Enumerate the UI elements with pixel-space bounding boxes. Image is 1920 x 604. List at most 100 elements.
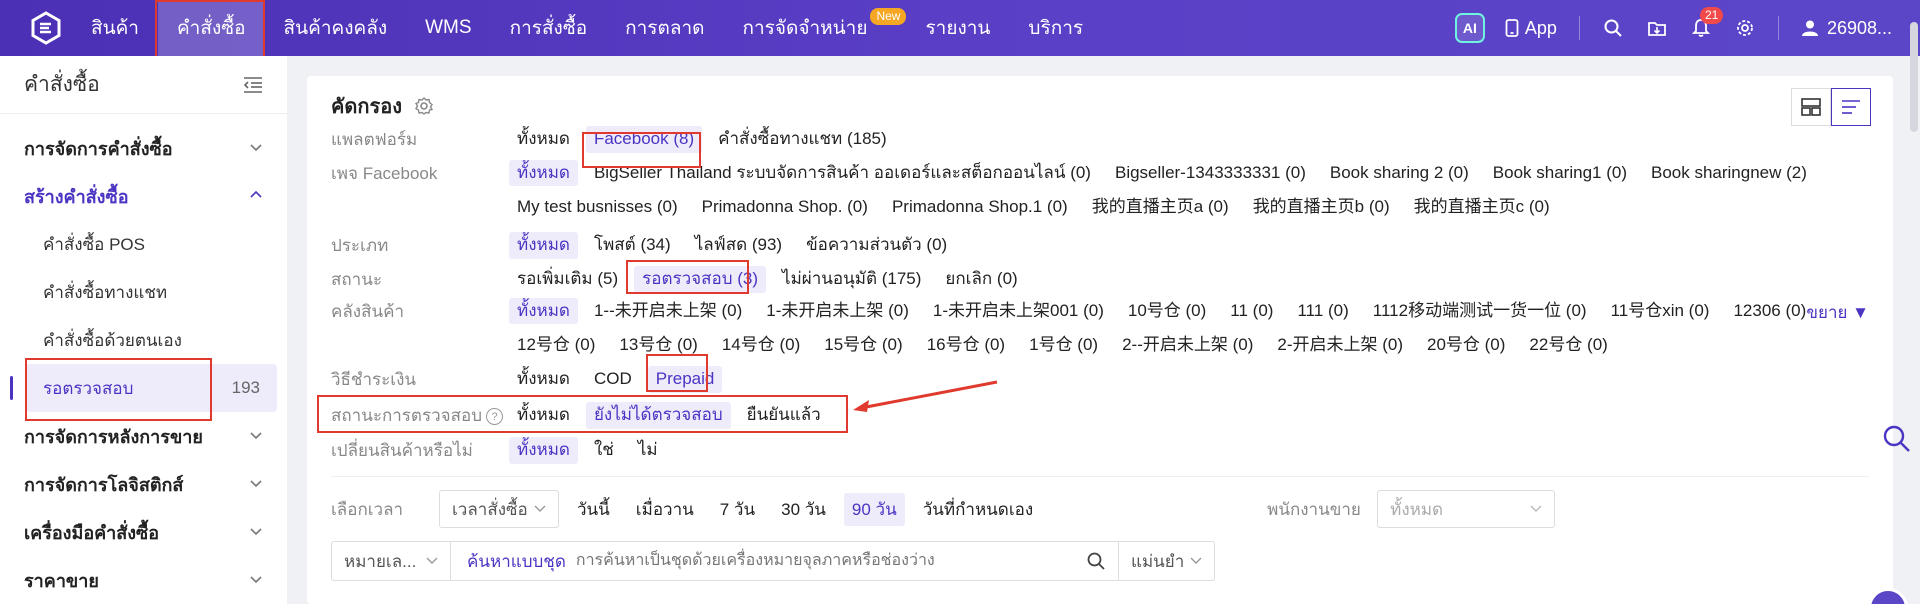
time-range-option[interactable]: เมื่อวาน	[628, 493, 702, 526]
filter-option[interactable]: 1-未开启未上架001 (0)	[925, 298, 1112, 324]
filter-option[interactable]: ทั้งหมด	[509, 402, 578, 429]
page-scrollbar[interactable]	[1910, 22, 1918, 132]
help-question-icon[interactable]: ?	[486, 408, 503, 426]
nav-item-5[interactable]: การตลาด	[606, 0, 723, 56]
filter-option[interactable]: 12306 (0)	[1725, 298, 1814, 324]
filter-option[interactable]: รอตรวจสอบ (3)	[634, 266, 767, 293]
sidebar-group-4[interactable]: เครื่องมือคำสั่งซื้อ	[0, 508, 287, 556]
filter-option[interactable]: My test busnisses (0)	[509, 194, 686, 220]
time-range-option[interactable]: วันนี้	[569, 493, 618, 526]
settings-gear-icon[interactable]	[1734, 17, 1756, 39]
sidebar-item-1-2[interactable]: คำสั่งซื้อด้วยตนเอง	[0, 316, 287, 364]
user-menu[interactable]: 26908...	[1801, 18, 1892, 39]
filter-option[interactable]: 14号仓 (0)	[714, 332, 808, 358]
bigseller-logo-icon[interactable]	[20, 0, 72, 56]
filter-option[interactable]: ไม่	[630, 437, 666, 464]
filter-option[interactable]: 1112移动端测试一货一位 (0)	[1365, 298, 1595, 324]
filter-option[interactable]: Primadonna Shop. (0)	[694, 194, 876, 220]
filter-option[interactable]: ไม่ผ่านอนุมัติ (175)	[774, 266, 929, 293]
filter-option[interactable]: 22号仓 (0)	[1521, 332, 1615, 358]
download-folder-icon[interactable]	[1646, 17, 1668, 39]
filter-option[interactable]: 10号仓 (0)	[1120, 298, 1214, 324]
filter-option[interactable]: Book sharing1 (0)	[1485, 160, 1635, 186]
staff-select[interactable]: ทั้งหมด	[1377, 490, 1556, 528]
filter-option[interactable]: 16号仓 (0)	[919, 332, 1013, 358]
filter-option[interactable]: รอเพิ่มเติม (5)	[509, 266, 626, 293]
floating-search-icon[interactable]	[1882, 424, 1912, 454]
filter-option[interactable]: ทั้งหมด	[509, 160, 578, 186]
filter-option[interactable]: Prepaid	[647, 366, 723, 393]
search-icon[interactable]	[1086, 551, 1106, 571]
filter-option[interactable]: ข้อความส่วนตัว (0)	[798, 232, 955, 259]
filter-option[interactable]: ทั้งหมด	[509, 126, 578, 153]
filter-option[interactable]: ทั้งหมด	[509, 232, 578, 259]
filter-option[interactable]: ทั้งหมด	[509, 298, 578, 324]
filter-option[interactable]: 我的直播主页a (0)	[1084, 194, 1237, 220]
match-mode-select[interactable]: แม่นยำ	[1119, 541, 1215, 581]
filter-option[interactable]: BigSeller Thailand ระบบจัดการสินค้า ออเด…	[586, 160, 1099, 186]
nav-item-4[interactable]: การสั่งซื้อ	[491, 0, 607, 56]
card-view-button[interactable]	[1791, 88, 1831, 126]
filter-option[interactable]: Book sharingnew (2)	[1643, 160, 1815, 186]
filter-option[interactable]: 2--开启未上架 (0)	[1114, 332, 1261, 358]
batch-search-toggle[interactable]: ค้นหาแบบชุด	[451, 548, 566, 575]
nav-item-7[interactable]: รายงาน	[906, 0, 1009, 56]
filter-option[interactable]: คำสั่งซื้อทางแชท (185)	[710, 126, 895, 153]
nav-item-1[interactable]: คำสั่งซื้อ	[157, 0, 265, 56]
filter-option[interactable]: ยกเลิก (0)	[937, 266, 1025, 293]
sidebar-group-0[interactable]: การจัดการคำสั่งซื้อ	[0, 124, 287, 172]
filter-option[interactable]: ยังไม่ได้ตรวจสอบ	[585, 402, 731, 429]
time-range-option[interactable]: วันที่กำหนดเอง	[915, 493, 1041, 526]
filter-option[interactable]: 15号仓 (0)	[816, 332, 910, 358]
filter-option[interactable]: ทั้งหมด	[509, 366, 578, 393]
filter-option[interactable]: ทั้งหมด	[509, 437, 578, 464]
filter-option[interactable]: 20号仓 (0)	[1419, 332, 1513, 358]
time-range-option[interactable]: 30 วัน	[773, 493, 834, 526]
filter-option[interactable]: 12号仓 (0)	[509, 332, 603, 358]
filter-option[interactable]: ใช่	[586, 437, 622, 464]
filter-option[interactable]: ไลฟ์สด (93)	[687, 232, 790, 259]
filter-option[interactable]: 111 (0)	[1289, 298, 1356, 324]
filter-option[interactable]: 1--未开启未上架 (0)	[586, 298, 750, 324]
nav-item-2[interactable]: สินค้าคงคลัง	[265, 0, 407, 56]
sidebar-item-1-1[interactable]: คำสั่งซื้อทางแชท	[0, 268, 287, 316]
search-icon[interactable]	[1602, 17, 1624, 39]
filter-option[interactable]: Facebook (8)	[585, 126, 703, 153]
filter-option[interactable]: 1号仓 (0)	[1021, 332, 1106, 358]
filter-settings-gear-icon[interactable]	[414, 96, 434, 116]
filter-option[interactable]: โพสต์ (34)	[586, 232, 679, 259]
nav-item-0[interactable]: สินค้า	[72, 0, 158, 56]
sidebar-group-2[interactable]: การจัดการหลังการขาย	[0, 412, 287, 460]
sidebar-group-3[interactable]: การจัดการโลจิสติกส์	[0, 460, 287, 508]
filter-option[interactable]: Bigseller-1343333331 (0)	[1107, 160, 1314, 186]
app-download-link[interactable]: App	[1505, 18, 1557, 39]
sidebar-group-1[interactable]: สร้างคำสั่งซื้อ	[0, 172, 287, 220]
filter-option[interactable]: 2-开启未上架 (0)	[1269, 332, 1411, 358]
time-type-select[interactable]: เวลาสั่งซื้อ	[439, 490, 559, 528]
time-range-option[interactable]: 7 วัน	[712, 493, 763, 526]
notification-bell-icon[interactable]: 21	[1690, 7, 1724, 39]
nav-item-8[interactable]: บริการ	[1009, 0, 1102, 56]
time-range-option[interactable]: 90 วัน	[843, 492, 905, 526]
search-field-select[interactable]: หมายเล...	[331, 541, 451, 581]
sidebar-item-1-0[interactable]: คำสั่งซื้อ POS	[0, 220, 287, 268]
ai-assistant-button[interactable]: AI	[1454, 13, 1485, 43]
nav-item-3[interactable]: WMS	[406, 0, 490, 56]
filter-option[interactable]: 我的直播主页c (0)	[1406, 194, 1558, 220]
filter-option[interactable]: Book sharing 2 (0)	[1322, 160, 1477, 186]
filter-option[interactable]: 11号仓xin (0)	[1603, 298, 1718, 324]
filter-option[interactable]: COD	[586, 366, 640, 393]
collapse-sidebar-icon[interactable]	[243, 76, 263, 94]
filter-option[interactable]: 我的直播主页b (0)	[1245, 194, 1398, 220]
filter-option[interactable]: 13号仓 (0)	[611, 332, 705, 358]
sidebar-group-5[interactable]: ราคาขาย	[0, 556, 287, 604]
nav-item-6[interactable]: การจัดจำหน่าย New	[724, 0, 907, 56]
sidebar-item-1-3[interactable]: รอตรวจสอบ 193	[10, 364, 277, 412]
filter-option[interactable]: ยืนยันแล้ว	[739, 402, 829, 429]
filter-option[interactable]: 1-未开启未上架 (0)	[758, 298, 917, 324]
filter-option[interactable]: Primadonna Shop.1 (0)	[884, 194, 1076, 220]
list-view-button[interactable]	[1831, 88, 1871, 126]
search-input[interactable]	[565, 543, 1086, 579]
expand-warehouses-link[interactable]: ขยาย ▼	[1806, 299, 1869, 326]
filter-option[interactable]: 11 (0)	[1222, 298, 1281, 324]
